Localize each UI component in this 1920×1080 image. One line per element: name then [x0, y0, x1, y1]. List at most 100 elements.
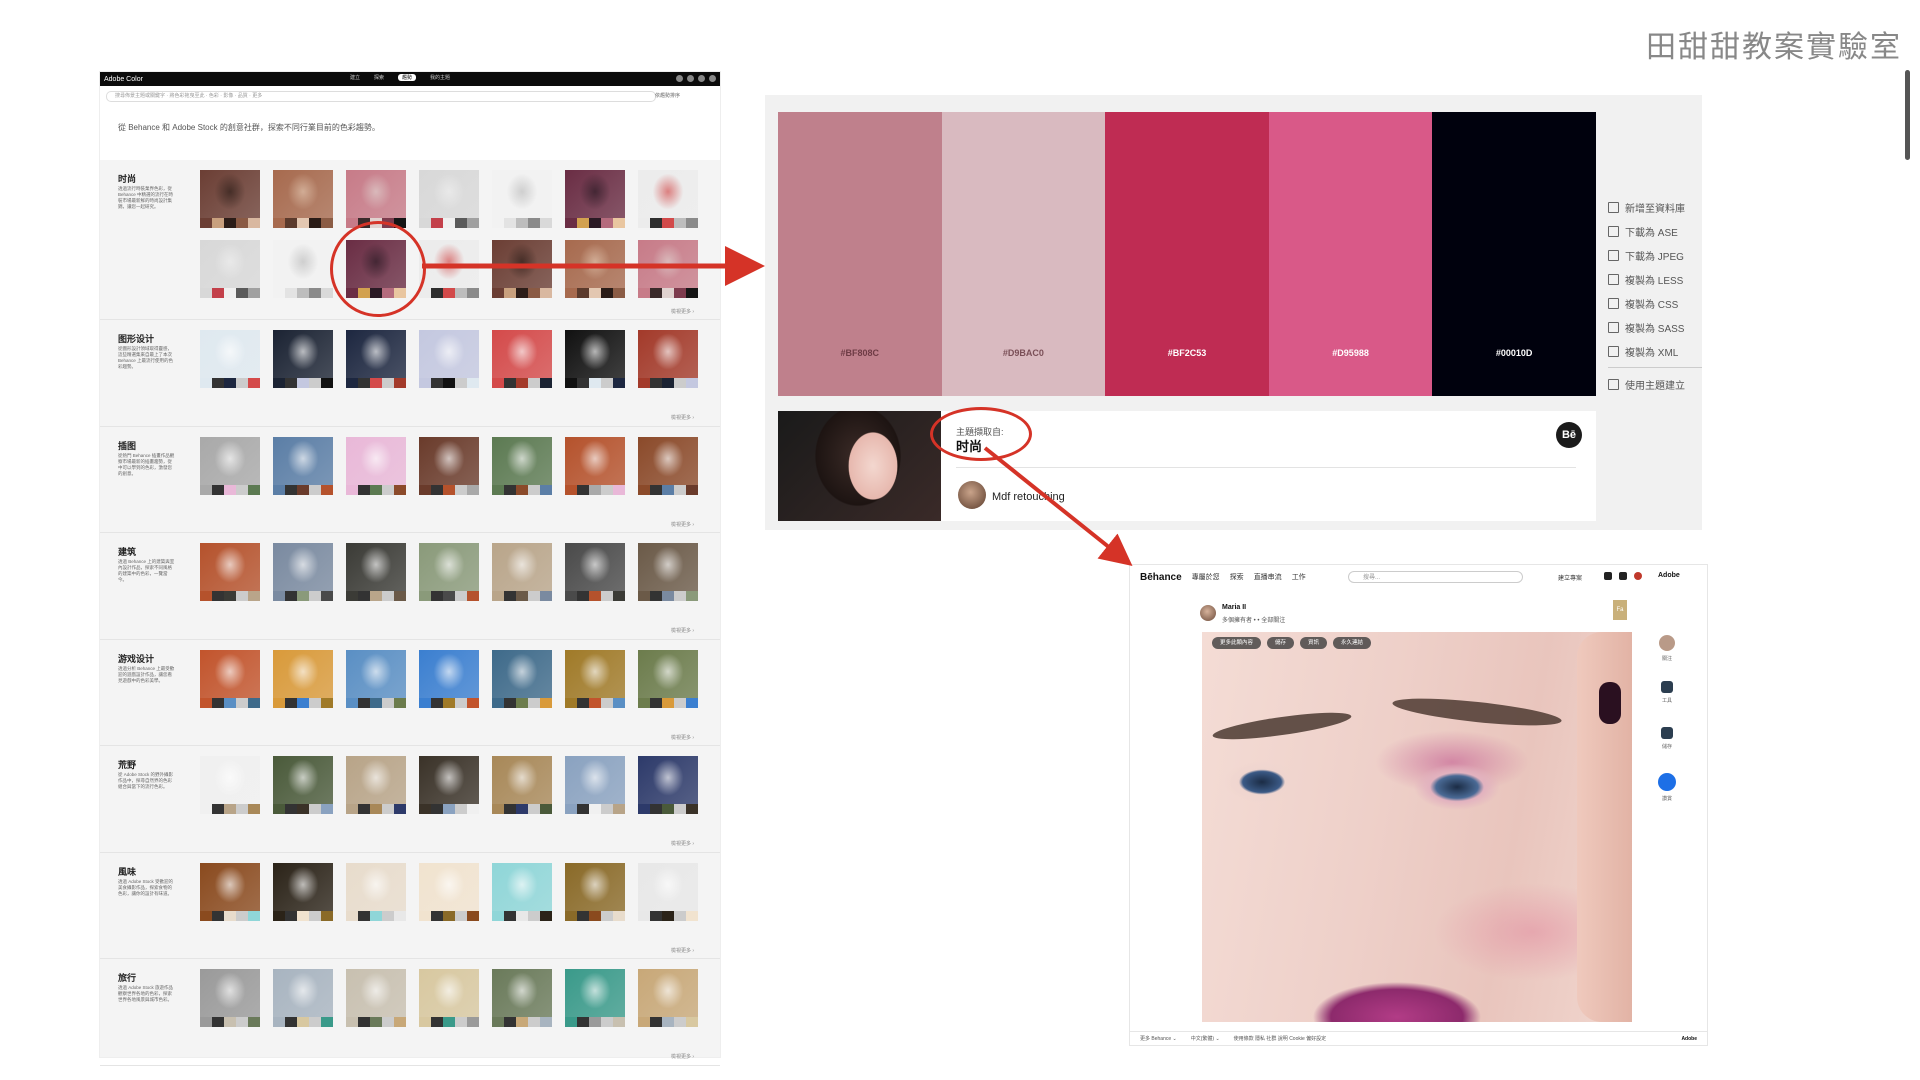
theme-action[interactable]: 複製為 SASS [1608, 315, 1708, 339]
category-title[interactable]: 建筑 [118, 545, 136, 558]
theme-action[interactable]: 下載為 ASE [1608, 219, 1708, 243]
explore-search-input[interactable]: 搜尋佈景主題或關鍵字 · 將色彩拖曳至此 · 色彩 · 影像 · 品質 · 更多 [106, 91, 656, 102]
theme-tile[interactable] [419, 436, 479, 497]
theme-tile[interactable] [492, 649, 552, 710]
nav-tab[interactable]: 探索 [374, 74, 384, 81]
behance-icon[interactable]: Bē [1556, 422, 1582, 448]
behance-logo[interactable]: Bēhance [1140, 572, 1182, 583]
owner-avatar[interactable] [1200, 605, 1216, 621]
theme-tile[interactable] [273, 862, 333, 923]
color-swatch[interactable]: #00010D [1432, 112, 1596, 396]
color-swatch[interactable]: #D95988 [1268, 112, 1433, 396]
category-title[interactable]: 旅行 [118, 971, 136, 984]
category-title[interactable]: 插图 [118, 439, 136, 452]
image-action-chip[interactable]: 儲存 [1267, 637, 1295, 649]
source-photo[interactable] [778, 411, 941, 521]
hex-code[interactable]: #BF2C53 [1105, 348, 1269, 358]
category-title[interactable]: 时尚 [118, 172, 136, 185]
theme-tile[interactable] [638, 240, 698, 300]
create-project-button[interactable]: 建立專案 [1558, 573, 1582, 582]
avatar[interactable] [1634, 572, 1642, 580]
theme-tile[interactable] [419, 330, 479, 390]
theme-tile[interactable] [638, 756, 698, 816]
theme-tile[interactable] [346, 862, 406, 923]
hex-code[interactable]: #00010D [1432, 348, 1596, 358]
theme-tile[interactable] [346, 543, 406, 603]
theme-tile[interactable] [565, 756, 625, 816]
theme-tile[interactable] [565, 436, 625, 497]
theme-tile[interactable] [565, 330, 625, 390]
footer-link[interactable]: 使用條款 隱私 社群 說明 Cookie 偏好設定 [1234, 1035, 1327, 1042]
behance-nav-link[interactable]: 探索 [1230, 572, 1244, 582]
theme-action[interactable]: 複製為 XML [1608, 339, 1708, 363]
theme-tile[interactable] [638, 436, 698, 497]
theme-tile[interactable] [638, 543, 698, 603]
bell-icon[interactable] [1619, 572, 1627, 580]
theme-tile[interactable] [419, 862, 479, 923]
category-title[interactable]: 風味 [118, 865, 136, 878]
theme-tile[interactable] [419, 543, 479, 603]
sort-dropdown[interactable]: 依趨勢排序 [655, 92, 680, 99]
theme-tile[interactable] [565, 170, 625, 230]
theme-tile[interactable] [200, 756, 260, 816]
theme-tile[interactable] [273, 649, 333, 710]
theme-tile[interactable] [200, 543, 260, 603]
hex-code[interactable]: #BF808C [778, 348, 942, 358]
footer-adobe-logo[interactable]: Adobe [1681, 1036, 1697, 1042]
theme-tile[interactable] [200, 240, 260, 300]
behance-search-input[interactable]: 搜尋... [1348, 571, 1523, 583]
view-more-link[interactable]: 檢視更多 › [671, 1053, 694, 1060]
adobe-logo[interactable]: Adobe [1658, 572, 1680, 579]
theme-tile[interactable] [346, 969, 406, 1029]
theme-tile[interactable] [492, 756, 552, 816]
theme-tile[interactable] [492, 862, 552, 923]
image-action-chip[interactable]: 更多此類內容 [1212, 637, 1262, 649]
theme-tile[interactable] [638, 862, 698, 923]
theme-tile[interactable] [492, 436, 552, 497]
nav-tab[interactable]: 我的主題 [430, 74, 450, 81]
theme-tile[interactable] [273, 330, 333, 390]
theme-tile[interactable] [200, 170, 260, 230]
side-rail-item[interactable]: 讚賞 [1652, 773, 1682, 819]
side-rail-item[interactable]: 儲存 [1652, 727, 1682, 773]
theme-action[interactable]: 複製為 LESS [1608, 267, 1708, 291]
theme-tile[interactable] [200, 436, 260, 497]
view-more-link[interactable]: 檢視更多 › [671, 308, 694, 315]
behance-nav-link[interactable]: 直播串流 [1254, 572, 1282, 582]
hex-code[interactable]: #D9BAC0 [942, 348, 1106, 358]
theme-tile[interactable] [273, 436, 333, 497]
view-more-link[interactable]: 檢視更多 › [671, 947, 694, 954]
theme-tile[interactable] [565, 543, 625, 603]
theme-tile[interactable] [200, 862, 260, 923]
hex-code[interactable]: #D95988 [1269, 348, 1433, 358]
theme-tile[interactable] [565, 862, 625, 923]
image-action-chip[interactable]: 資訊 [1300, 637, 1328, 649]
theme-tile[interactable] [273, 969, 333, 1029]
project-image[interactable]: 更多此類內容 儲存 資訊 永久連結 [1202, 632, 1632, 1022]
author-name[interactable]: Mdf retouching [992, 491, 1065, 503]
adobe-color-logo[interactable]: Adobe Color [104, 76, 143, 83]
apps-icon[interactable] [687, 75, 694, 82]
color-swatch[interactable]: #BF808C [778, 112, 942, 396]
mail-icon[interactable] [1604, 572, 1612, 580]
side-rail-item[interactable]: 工具 [1652, 681, 1682, 727]
bell-icon[interactable] [698, 75, 705, 82]
theme-tile[interactable] [346, 649, 406, 710]
theme-tile[interactable] [638, 170, 698, 230]
theme-tile[interactable] [492, 170, 552, 230]
footer-link[interactable]: 更多 Behance ⌄ [1140, 1035, 1177, 1042]
theme-tile[interactable] [346, 330, 406, 390]
category-title[interactable]: 游戏设计 [118, 652, 154, 665]
theme-tile[interactable] [492, 240, 552, 300]
theme-tile[interactable] [419, 756, 479, 816]
theme-tile[interactable] [419, 170, 479, 230]
view-more-link[interactable]: 檢視更多 › [671, 840, 694, 847]
theme-tile[interactable] [638, 969, 698, 1029]
theme-tile[interactable] [419, 649, 479, 710]
footer-link[interactable]: 中文(繁體) ⌄ [1191, 1035, 1220, 1042]
theme-action[interactable]: 下載為 JPEG [1608, 243, 1708, 267]
theme-tile[interactable] [492, 543, 552, 603]
theme-tile[interactable] [273, 543, 333, 603]
behance-nav-link[interactable]: 工作 [1292, 572, 1306, 582]
nav-tab[interactable]: 建立 [350, 74, 360, 81]
